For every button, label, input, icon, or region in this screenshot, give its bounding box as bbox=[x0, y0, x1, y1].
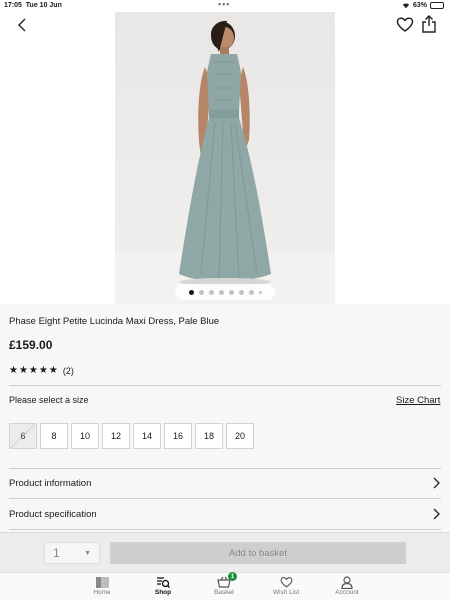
tab-home[interactable]: Home bbox=[77, 575, 127, 596]
divider bbox=[9, 385, 441, 386]
pager-dot[interactable] bbox=[228, 289, 234, 295]
divider bbox=[9, 498, 441, 499]
tab-wishlist-label: Wish List bbox=[272, 589, 300, 596]
quantity-select[interactable]: 1 ▼ bbox=[44, 542, 100, 564]
caret-down-icon: ▼ bbox=[84, 549, 91, 557]
product-image[interactable] bbox=[115, 12, 335, 304]
size-option-12[interactable]: 12 bbox=[102, 423, 130, 449]
product-information-row[interactable]: Product information bbox=[9, 475, 441, 491]
battery-icon bbox=[430, 2, 444, 9]
size-option-10[interactable]: 10 bbox=[71, 423, 99, 449]
add-to-basket-bar: 1 ▼ Add to basket bbox=[0, 532, 450, 572]
rating-count: (2) bbox=[62, 365, 74, 376]
home-icon bbox=[95, 575, 109, 589]
status-bar: 17:05 Tue 10 Jun ••• 63% bbox=[0, 0, 450, 12]
back-button[interactable] bbox=[14, 16, 30, 34]
person-icon bbox=[340, 575, 354, 589]
tab-bar: Home Shop 1 Basket Wish List Account bbox=[0, 572, 450, 600]
chevron-right-icon bbox=[433, 508, 440, 520]
tab-account[interactable]: Account bbox=[322, 575, 372, 596]
product-specification-row[interactable]: Product specification bbox=[9, 506, 441, 522]
quantity-value: 1 bbox=[53, 546, 60, 560]
size-option-14[interactable]: 14 bbox=[133, 423, 161, 449]
pager-dot[interactable] bbox=[238, 289, 244, 295]
tab-basket-label: Basket bbox=[214, 589, 234, 596]
pager-dot[interactable] bbox=[188, 289, 194, 295]
product-details: Phase Eight Petite Lucinda Maxi Dress, P… bbox=[0, 304, 450, 532]
pager-dot[interactable] bbox=[208, 289, 214, 295]
size-options: 6 8 10 12 14 16 18 20 bbox=[9, 423, 254, 449]
size-option-8[interactable]: 8 bbox=[40, 423, 68, 449]
heart-icon bbox=[279, 575, 293, 589]
status-right: 63% bbox=[402, 2, 444, 9]
share-button[interactable] bbox=[421, 15, 437, 33]
wifi-icon bbox=[402, 3, 410, 9]
size-option-6[interactable]: 6 bbox=[9, 423, 37, 449]
basket-count-badge: 1 bbox=[228, 572, 237, 581]
tab-account-label: Account bbox=[335, 589, 359, 596]
chevron-left-icon bbox=[18, 18, 26, 32]
share-icon bbox=[422, 15, 436, 33]
tab-home-label: Home bbox=[93, 589, 111, 596]
pager-dot[interactable] bbox=[218, 289, 224, 295]
size-option-20[interactable]: 20 bbox=[226, 423, 254, 449]
divider bbox=[9, 468, 441, 469]
size-option-16[interactable]: 16 bbox=[164, 423, 192, 449]
multitasking-dots-icon[interactable]: ••• bbox=[218, 0, 230, 9]
divider bbox=[9, 529, 441, 530]
product-price: £159.00 bbox=[9, 338, 53, 352]
status-time-date: 17:05 Tue 10 Jun bbox=[4, 2, 62, 9]
model-photo bbox=[115, 20, 335, 304]
size-option-18[interactable]: 18 bbox=[195, 423, 223, 449]
product-specification-label: Product specification bbox=[9, 508, 97, 520]
tab-shop[interactable]: Shop bbox=[138, 575, 188, 596]
rating-stars-icon: ★★★★★ bbox=[9, 365, 59, 376]
pager-dot[interactable] bbox=[258, 290, 262, 294]
tab-basket[interactable]: 1 Basket bbox=[199, 572, 249, 596]
image-pager[interactable] bbox=[175, 284, 275, 300]
add-to-basket-button[interactable]: Add to basket bbox=[110, 542, 406, 564]
shop-search-icon bbox=[156, 575, 170, 589]
size-label: Please select a size bbox=[9, 395, 89, 405]
tab-shop-label: Shop bbox=[154, 589, 172, 596]
chevron-right-icon bbox=[433, 477, 440, 489]
wishlist-button[interactable] bbox=[396, 16, 414, 34]
heart-icon bbox=[396, 17, 414, 32]
basket-icon: 1 bbox=[217, 572, 237, 589]
tab-wishlist[interactable]: Wish List bbox=[261, 575, 311, 596]
status-time: 17:05 bbox=[4, 2, 22, 9]
product-information-label: Product information bbox=[9, 477, 92, 489]
size-chart-link[interactable]: Size Chart bbox=[396, 395, 440, 406]
pager-dot[interactable] bbox=[198, 289, 204, 295]
product-rating[interactable]: ★★★★★ (2) bbox=[9, 365, 74, 376]
pager-dot[interactable] bbox=[248, 289, 254, 295]
product-title: Phase Eight Petite Lucinda Maxi Dress, P… bbox=[9, 316, 220, 327]
status-date: Tue 10 Jun bbox=[25, 2, 62, 9]
battery-percent: 63% bbox=[412, 2, 427, 9]
